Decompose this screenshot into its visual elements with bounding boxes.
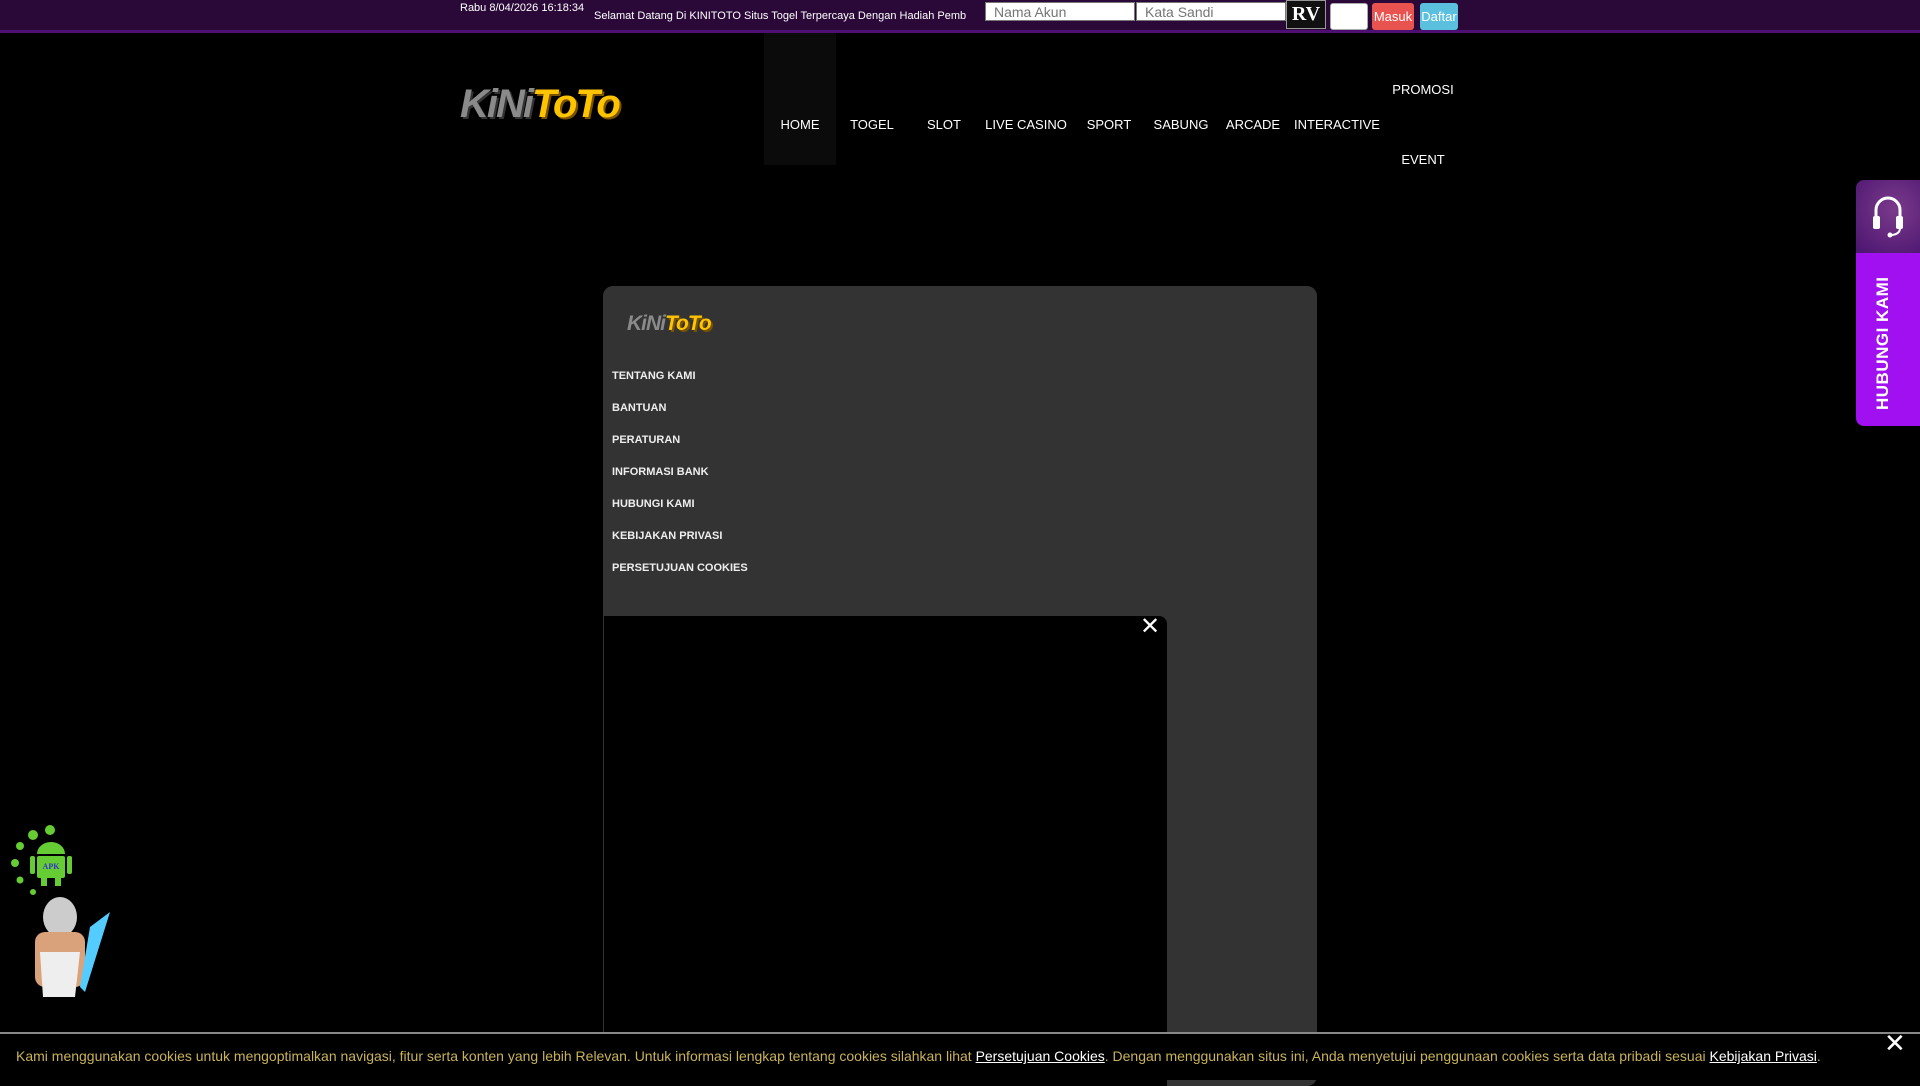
nav-arcade[interactable]: ARCADE (1226, 117, 1280, 132)
cookie-text: Kami menggunakan cookies untuk mengoptim… (16, 1048, 1821, 1064)
register-button[interactable]: Daftar (1420, 3, 1458, 30)
close-icon[interactable]: ✕ (1140, 612, 1160, 641)
privacy-policy-link[interactable]: Kebijakan Privasi (1710, 1048, 1817, 1064)
nav-active-highlight (764, 33, 836, 165)
login-button[interactable]: Masuk (1372, 3, 1414, 30)
password-input[interactable] (1136, 2, 1286, 21)
nav-live-casino[interactable]: LIVE CASINO (985, 117, 1067, 132)
logo-part1: KiNi (627, 312, 666, 335)
footer-link-bantuan[interactable]: BANTUAN (612, 402, 666, 414)
nav-sport[interactable]: SPORT (1087, 117, 1132, 132)
logo-part2: ToTo (665, 312, 712, 335)
cookie-policy-link[interactable]: Persetujuan Cookies (976, 1048, 1105, 1064)
cookie-text-part: Kami menggunakan cookies untuk mengoptim… (16, 1048, 976, 1064)
contact-widget-label[interactable]: HUBUNGI KAMI (1873, 277, 1893, 411)
logo-part2: ToTo (532, 82, 621, 126)
logo-part1: KiNi (460, 82, 534, 126)
video-popup (604, 616, 1167, 1086)
contact-widget-header[interactable] (1856, 180, 1920, 253)
welcome-marquee: Selamat Datang Di KINITOTO Situs Togel T… (594, 10, 967, 22)
site-logo[interactable]: KiNiToTo (460, 82, 621, 127)
username-input[interactable] (985, 2, 1135, 21)
footer-link-informasi-bank[interactable]: INFORMASI BANK (612, 466, 709, 478)
footer-link-tentang-kami[interactable]: TENTANG KAMI (612, 370, 696, 382)
cookie-text-part: . Dengan menggunakan situs ini, Anda men… (1104, 1048, 1710, 1064)
nav-togel[interactable]: TOGEL (850, 117, 894, 132)
captcha-input[interactable] (1330, 3, 1368, 30)
cookie-text-part: . (1816, 1048, 1821, 1064)
android-apk-icon: APK (11, 825, 110, 997)
nav-event[interactable]: EVENT (1401, 152, 1444, 167)
nav-promosi[interactable]: PROMOSI (1392, 82, 1453, 97)
captcha-image: RV (1286, 0, 1326, 29)
close-icon[interactable]: ✕ (1884, 1028, 1906, 1059)
apk-download-widget[interactable]: APK (5, 812, 115, 997)
datetime: Rabu 8/04/2026 16:18:34 (460, 1, 584, 15)
nav-home[interactable]: HOME (781, 117, 820, 132)
nav-sabung[interactable]: SABUNG (1154, 117, 1209, 132)
footer-link-peraturan[interactable]: PERATURAN (612, 434, 680, 446)
apk-label: APK (43, 862, 61, 871)
nav-slot[interactable]: SLOT (927, 117, 961, 132)
footer-link-kebijakan-privasi[interactable]: KEBIJAKAN PRIVASI (612, 530, 722, 542)
footer-link-hubungi-kami[interactable]: HUBUNGI KAMI (612, 498, 695, 510)
datetime-text: Rabu 8/04/2026 16:18:34 (460, 2, 585, 14)
footer-logo: KiNiToTo (627, 312, 712, 336)
footer-link-persetujuan-cookies[interactable]: PERSETUJUAN COOKIES (612, 562, 748, 574)
nav-interactive[interactable]: INTERACTIVE (1294, 117, 1380, 132)
headset-icon (1873, 196, 1903, 238)
